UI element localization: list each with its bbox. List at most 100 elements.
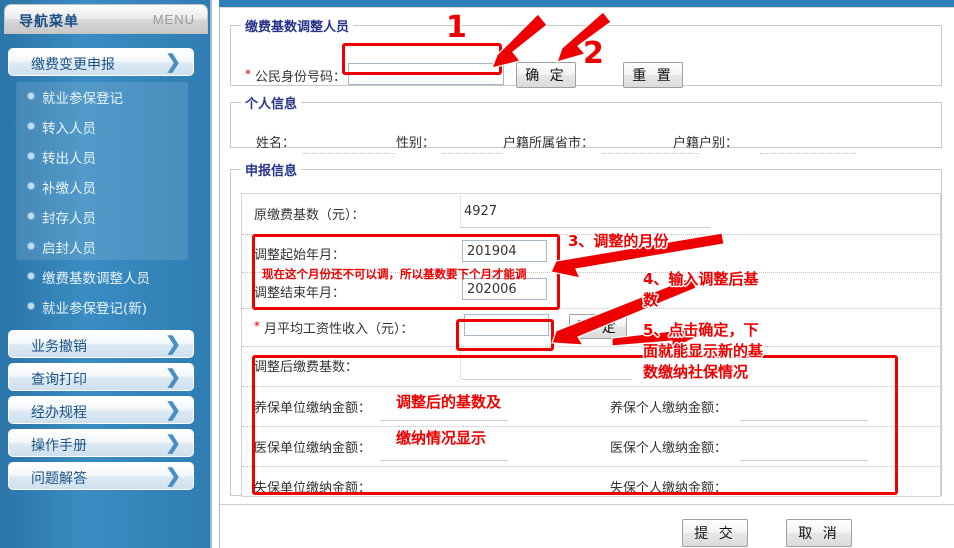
avg-wage-confirm-button[interactable]: 确 定 [569, 314, 627, 339]
column-divider [460, 349, 461, 379]
annotation-step-5-line3: 数缴纳社保情况 [643, 363, 749, 381]
sidebar-subitem-label: 启封人员 [42, 241, 96, 257]
sidebar-item-transfer-in[interactable]: 转入人员 [16, 112, 188, 142]
sidebar-header: 导航菜单 MENU [4, 4, 208, 34]
original-base-value: 4927 [464, 204, 498, 219]
citizen-id-input[interactable] [348, 63, 504, 85]
row-divider [242, 346, 940, 347]
medical-employer-amount-label: 医保单位缴纳金额： [254, 441, 372, 456]
gender-label: 性别： [396, 136, 436, 151]
value-underline [740, 420, 868, 421]
chevron-right-icon: ❯ [165, 367, 181, 388]
sidebar-item-supplementary-payment[interactable]: 补缴人员 [16, 172, 188, 202]
annotation-inline-note: 现在这个月份还不可以调，所以基数要下个月才能调 [262, 267, 527, 281]
sidebar-nav-faq[interactable]: 问题解答 ❯ [8, 462, 194, 490]
adjusted-base-underline [462, 379, 632, 380]
row-divider [242, 386, 940, 387]
reset-button[interactable]: 重 置 [623, 62, 683, 88]
bullet-icon [28, 273, 34, 279]
medical-personal-amount-label: 医保个人缴纳金额： [610, 441, 728, 456]
original-base-label: 原缴费基数（元）： [254, 208, 365, 223]
annotation-step-4-line2: 数 [643, 291, 659, 309]
value-underline [380, 460, 508, 461]
footer-divider [220, 504, 954, 505]
sidebar-item-employment-registration-new[interactable]: 就业参保登记(新) [16, 292, 188, 322]
value-underline [380, 420, 508, 421]
sidebar-nav-payment-change[interactable]: 缴费变更申报 ❯ [8, 48, 194, 76]
sidebar-item-transfer-out[interactable]: 转出人员 [16, 142, 188, 172]
id-required-marker: * [245, 67, 251, 81]
sidebar-item-unsealed-personnel[interactable]: 启封人员 [16, 232, 188, 262]
search-confirm-button[interactable]: 确 定 [516, 62, 576, 88]
avg-wage-input[interactable] [464, 314, 549, 336]
name-label: 姓名： [256, 136, 296, 151]
sidebar-nav-operation-manual[interactable]: 操作手册 ❯ [8, 429, 194, 457]
chevron-right-icon: ❯ [165, 466, 181, 487]
sidebar-nav-label: 业务撤销 [31, 339, 87, 355]
bullet-icon [28, 303, 34, 309]
sidebar-item-employment-registration[interactable]: 就业参保登记 [16, 82, 188, 112]
unemployment-employer-amount-label: 失保单位缴纳金额： [254, 481, 372, 496]
sidebar-nav-label: 经办规程 [31, 405, 87, 421]
sidebar-nav-label: 操作手册 [31, 438, 87, 454]
sidebar-item-sealed-personnel[interactable]: 封存人员 [16, 202, 188, 232]
sidebar-item-base-adjustment[interactable]: 缴费基数调整人员 [16, 262, 188, 292]
start-month-input[interactable] [462, 240, 547, 262]
chevron-right-icon: ❯ [165, 400, 181, 421]
end-month-label: 调整结束年月： [254, 286, 346, 301]
name-underline [303, 153, 395, 154]
cancel-button[interactable]: 取 消 [786, 519, 852, 547]
search-section-legend: 缴费基数调整人员 [245, 20, 350, 35]
sidebar-title: 导航菜单 [19, 14, 79, 30]
avg-wage-required-marker: * [254, 319, 260, 333]
sidebar-nav-handling-rules[interactable]: 经办规程 ❯ [8, 396, 194, 424]
annotation-step-4-line1: 4、输入调整后基 [643, 270, 759, 288]
sidebar-nav-label: 缴费变更申报 [31, 57, 115, 73]
pension-personal-amount-label: 养保个人缴纳金额： [610, 401, 728, 416]
annotation-result-note-line1: 调整后的基数及 [396, 393, 502, 411]
row-divider [242, 308, 940, 309]
declaration-legend: 申报信息 [245, 164, 298, 179]
value-underline [380, 494, 508, 495]
bullet-icon [28, 93, 34, 99]
sidebar-nav-label: 查询打印 [31, 372, 87, 388]
avg-wage-label: 月平均工资性收入（元）： [264, 322, 414, 337]
sidebar-subitem-label: 封存人员 [42, 211, 96, 227]
column-divider [460, 196, 461, 228]
chevron-right-icon: ❯ [165, 52, 181, 73]
sidebar-submenu: 就业参保登记 转入人员 转出人员 补缴人员 封存人员 启封人员 缴费基数调整人员 [16, 82, 188, 317]
personal-info-legend: 个人信息 [245, 97, 298, 112]
sidebar-subitem-label: 就业参保登记(新) [42, 301, 148, 317]
sidebar-nav-query-print[interactable]: 查询打印 ❯ [8, 363, 194, 391]
start-month-label: 调整起始年月： [254, 248, 346, 263]
personal-info-section: 个人信息 姓名： 性别： 户籍所属省市： 户籍户别： [230, 93, 942, 154]
household-province-city-underline [603, 153, 699, 154]
sidebar-subitem-label: 转出人员 [42, 151, 96, 167]
annotation-step-5-line1: 5、点击确定，下 [643, 321, 759, 339]
gender-underline [443, 153, 503, 154]
household-province-city-label: 户籍所属省市： [503, 136, 595, 151]
annotation-number-1: 1 [446, 10, 468, 46]
top-blue-bar [219, 0, 954, 7]
bullet-icon [28, 213, 34, 219]
sidebar-subitem-label: 补缴人员 [42, 181, 96, 197]
value-underline [740, 460, 868, 461]
bullet-icon [28, 243, 34, 249]
sidebar-subitem-label: 就业参保登记 [42, 91, 123, 107]
sidebar-nav-business-cancel[interactable]: 业务撤销 ❯ [8, 330, 194, 358]
bullet-icon [28, 183, 34, 189]
submit-button[interactable]: 提 交 [682, 519, 748, 547]
sidebar-menu-label: MENU [152, 12, 195, 27]
original-base-underline [460, 227, 710, 228]
sidebar-subitem-label: 缴费基数调整人员 [42, 271, 150, 287]
id-field-label: 公民身份号码： [255, 70, 347, 85]
annotation-number-2: 2 [583, 36, 605, 72]
value-underline [740, 494, 868, 495]
pension-employer-amount-label: 养保单位缴纳金额： [254, 401, 372, 416]
sidebar: 导航菜单 MENU 缴费变更申报 ❯ 就业参保登记 转入人员 转出人员 补缴人员… [0, 0, 212, 548]
bullet-icon [28, 153, 34, 159]
sidebar-nav-label: 问题解答 [31, 471, 87, 487]
adjusted-base-label: 调整后缴费基数： [254, 360, 359, 375]
sidebar-subitem-label: 转入人员 [42, 121, 96, 137]
declaration-section: 申报信息 原缴费基数（元）： 4927 调整起始年月： 调整结束年月： * 月平… [230, 160, 942, 497]
